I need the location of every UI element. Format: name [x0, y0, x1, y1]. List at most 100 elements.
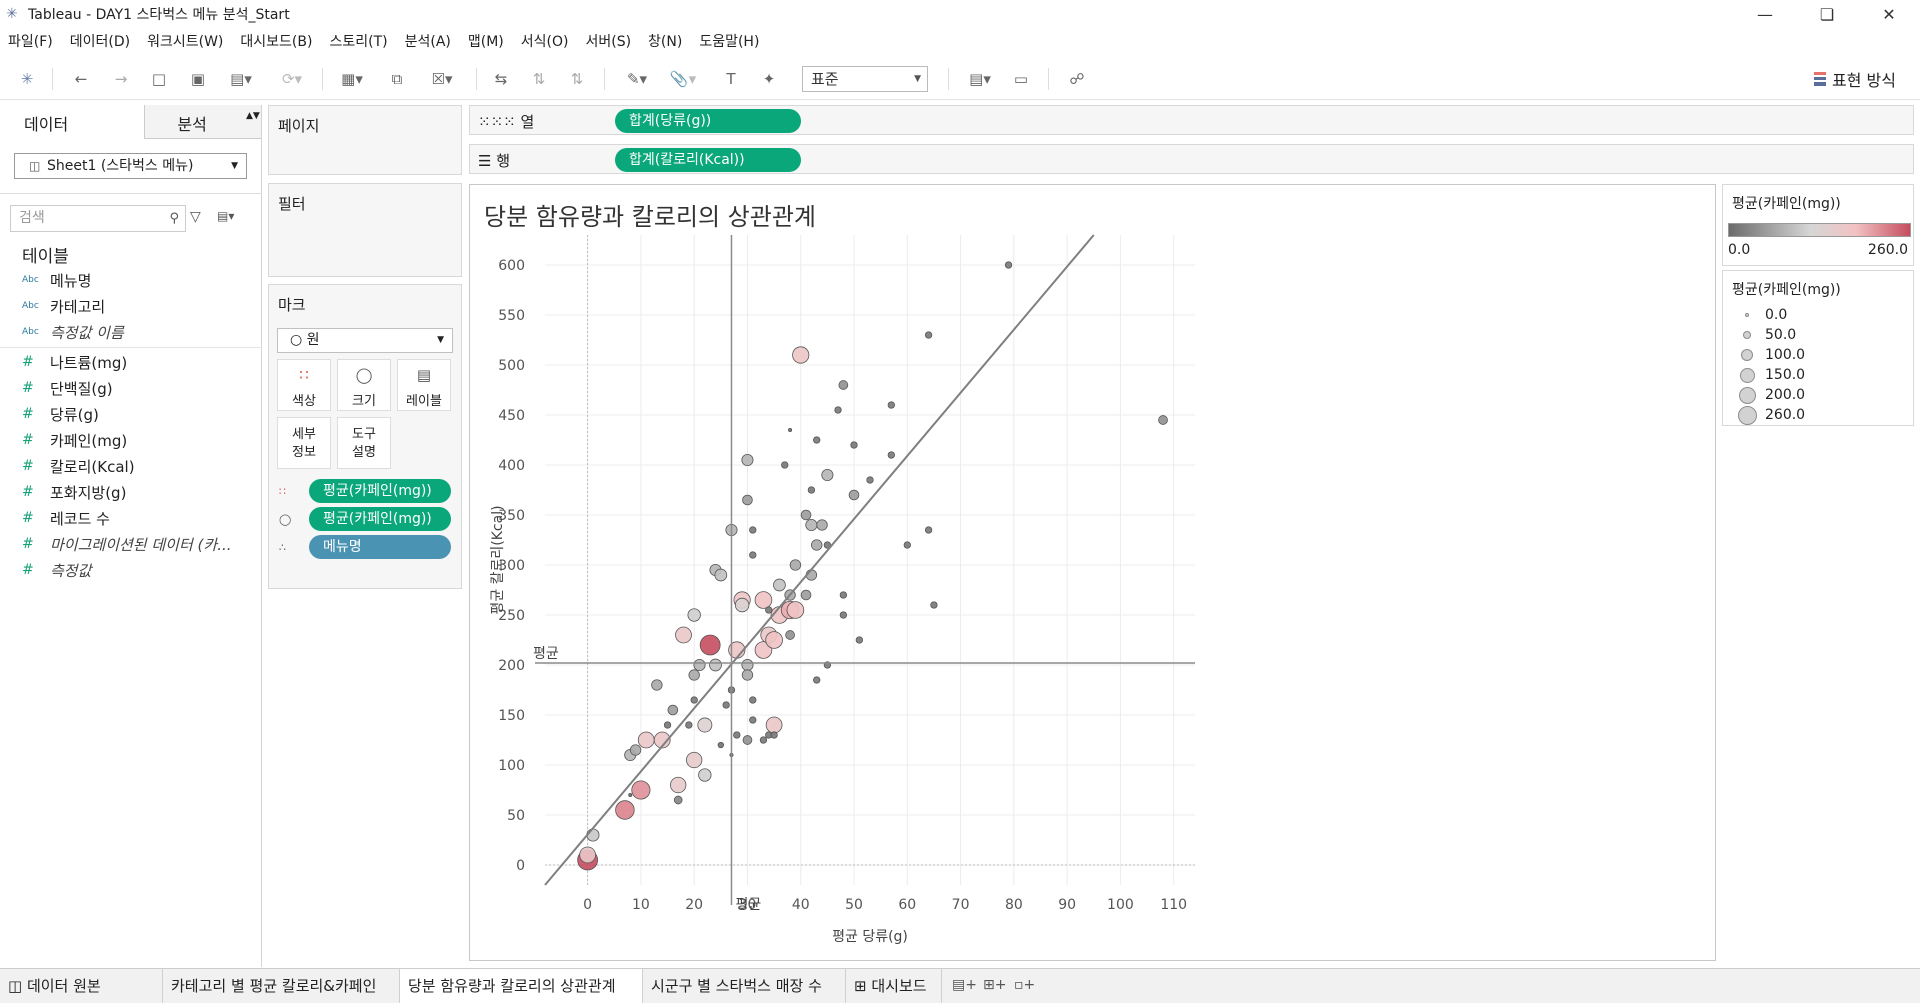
- menu-file[interactable]: 파일(F): [8, 31, 53, 51]
- marks-card: 마크 ○ 원 ▼ ∷ 색상 ◯ 크기 ▤ 레이블 세부 정보 도구 설명 ∷ 평…: [268, 284, 462, 589]
- tab-dashboard[interactable]: ⊞ 대시보드: [846, 969, 942, 1003]
- tab-sheet-stores[interactable]: 시군구 별 스타벅스 매장 수: [643, 969, 846, 1003]
- menu-analysis[interactable]: 분석(A): [405, 31, 451, 51]
- presentation-mode-icon[interactable]: ▭: [1010, 68, 1032, 90]
- field-item[interactable]: Abc 측정값 이름: [22, 321, 124, 343]
- filter-icon[interactable]: ▽: [190, 209, 201, 225]
- rows-label: 행: [496, 152, 511, 170]
- color-pill[interactable]: 평균(카페인(mg)): [309, 479, 451, 503]
- restore-button[interactable]: ❏: [1804, 0, 1850, 28]
- y-tick-label: 0: [516, 858, 525, 874]
- share-icon[interactable]: ☍: [1064, 68, 1090, 90]
- field-item[interactable]: # 측정값: [22, 559, 91, 581]
- save-icon[interactable]: □: [148, 68, 170, 90]
- field-item[interactable]: # 마이그레이션된 데이터 (카...: [22, 533, 232, 555]
- mark-type-select[interactable]: ○ 원 ▼: [277, 328, 453, 353]
- scatter-point: [838, 380, 849, 390]
- size-icon: ◯: [279, 512, 292, 526]
- pages-card[interactable]: 페이지: [268, 105, 462, 175]
- close-button[interactable]: ✕: [1866, 0, 1912, 28]
- menu-story[interactable]: 스토리(T): [329, 31, 387, 51]
- field-item[interactable]: # 나트륨(mg): [22, 351, 127, 373]
- color-legend[interactable]: 평균(카페인(mg)) 0.0 260.0: [1722, 184, 1914, 266]
- redo-icon[interactable]: →: [110, 68, 132, 90]
- menu-dashboard[interactable]: 대시보드(B): [240, 31, 312, 51]
- show-me-button[interactable]: 표현 방식: [1814, 66, 1896, 92]
- columns-shelf[interactable]: ⁙⁙⁙ 열 합계(당류(g)): [469, 105, 1914, 135]
- menu-window[interactable]: 창(N): [648, 31, 682, 51]
- scatter-chart[interactable]: 0 10 20 30 40 50 60 70 80 90 100 110050100150200250…: [470, 185, 1715, 960]
- fix-axes-icon[interactable]: ✦: [758, 68, 780, 90]
- new-dashboard-icon[interactable]: ⊞+: [983, 977, 1006, 993]
- sort-descending-icon[interactable]: ⇅: [566, 68, 588, 90]
- marks-title: 마크: [278, 296, 306, 314]
- mark-type-value: 원: [306, 332, 320, 348]
- menu-format[interactable]: 서식(O): [521, 31, 569, 51]
- datasource-select[interactable]: ◫ Sheet1 (스타벅스 메뉴) ▼: [14, 153, 247, 179]
- tab-sheet-category[interactable]: 카테고리 별 평균 칼로리&카페인: [163, 969, 400, 1003]
- undo-icon[interactable]: ←: [70, 68, 92, 90]
- tooltip-button[interactable]: 도구 설명: [337, 417, 391, 469]
- field-item[interactable]: # 단백질(g): [22, 377, 113, 399]
- group-members-icon[interactable]: 📎▾: [666, 68, 700, 90]
- menu-server[interactable]: 서버(S): [585, 31, 631, 51]
- field-item[interactable]: # 포화지방(g): [22, 481, 126, 503]
- scatter-point: [781, 461, 789, 469]
- scatter-point: [586, 828, 600, 842]
- tab-analytics[interactable]: 분석 ▲▼: [144, 105, 261, 139]
- field-item[interactable]: Abc 메뉴명: [22, 269, 91, 291]
- duplicate-icon[interactable]: ⧉: [386, 68, 408, 90]
- scatter-point: [754, 591, 773, 609]
- x-average-label: 평균: [735, 897, 761, 913]
- detail-pill[interactable]: 메뉴명: [309, 535, 451, 559]
- new-worksheet-icon[interactable]: ▤+: [952, 977, 977, 993]
- view-options-icon[interactable]: ▤▾: [217, 209, 234, 223]
- menu-help[interactable]: 도움말(H): [699, 31, 759, 51]
- scatter-point: [821, 468, 834, 482]
- menu-worksheet[interactable]: 워크시트(W): [147, 31, 223, 51]
- number-type-icon: #: [22, 562, 34, 578]
- worksheet-view[interactable]: 당분 함유량과 칼로리의 상관관계 0 10 20 30 40 50 60 70 80 90 100…: [469, 184, 1716, 961]
- menu-map[interactable]: 맵(M): [468, 31, 504, 51]
- show-cards-icon[interactable]: ▤▾: [960, 68, 1000, 90]
- tab-data[interactable]: 데이터: [0, 105, 144, 139]
- filters-card[interactable]: 필터: [268, 183, 462, 277]
- columns-pill[interactable]: 합계(당류(g)): [615, 109, 801, 133]
- show-mark-labels-icon[interactable]: T: [720, 68, 742, 90]
- swap-axes-icon[interactable]: ⇆: [490, 68, 512, 90]
- pause-updates-icon[interactable]: ▤▾: [226, 68, 256, 90]
- field-item[interactable]: # 카페인(mg): [22, 429, 127, 451]
- tableau-home-icon[interactable]: ✳: [16, 68, 38, 90]
- minimize-button[interactable]: —: [1742, 0, 1788, 28]
- new-datasource-icon[interactable]: ▣: [187, 68, 209, 90]
- x-tick-label: 0: [583, 897, 592, 913]
- highlight-icon[interactable]: ✎▾: [620, 68, 654, 90]
- size-pill[interactable]: 평균(카페인(mg)): [309, 507, 451, 531]
- search-input[interactable]: 검색 ⚲: [10, 205, 186, 232]
- refresh-icon[interactable]: ⟳▾: [272, 68, 312, 90]
- detail-button[interactable]: 세부 정보: [277, 417, 331, 469]
- field-item[interactable]: Abc 카테고리: [22, 295, 105, 317]
- size-legend[interactable]: 평균(카페인(mg)) 0.0 50.0 100.0 150.0 200.0 2…: [1722, 270, 1914, 426]
- new-story-icon[interactable]: ▫+: [1014, 977, 1035, 993]
- field-item[interactable]: # 레코드 수: [22, 507, 110, 529]
- number-type-icon: #: [22, 354, 34, 370]
- tab-sheet-correlation[interactable]: 당분 함유량과 칼로리의 상관관계: [400, 969, 643, 1003]
- label-label: 레이블: [406, 394, 442, 409]
- size-button[interactable]: ◯ 크기: [337, 359, 391, 411]
- detail-pill-row: ∴ 메뉴명: [279, 535, 451, 559]
- new-worksheet-icon[interactable]: ▦▾: [336, 68, 368, 90]
- field-item[interactable]: # 당류(g): [22, 403, 99, 425]
- rows-shelf[interactable]: ☰ 행 합계(칼로리(Kcal)): [469, 144, 1914, 174]
- fit-select[interactable]: 표준 ▼: [802, 66, 928, 92]
- fit-select-value: 표준: [811, 70, 839, 88]
- field-item[interactable]: # 칼로리(Kcal): [22, 455, 135, 477]
- label-button[interactable]: ▤ 레이블: [397, 359, 451, 411]
- scatter-point: [693, 658, 706, 672]
- rows-pill[interactable]: 합계(칼로리(Kcal)): [615, 148, 801, 172]
- menu-data[interactable]: 데이터(D): [70, 31, 130, 51]
- sort-ascending-icon[interactable]: ⇅: [528, 68, 550, 90]
- color-button[interactable]: ∷ 색상: [277, 359, 331, 411]
- tab-datasource[interactable]: ◫ 데이터 원본: [0, 969, 163, 1003]
- clear-sheet-icon[interactable]: ☒▾: [422, 68, 462, 90]
